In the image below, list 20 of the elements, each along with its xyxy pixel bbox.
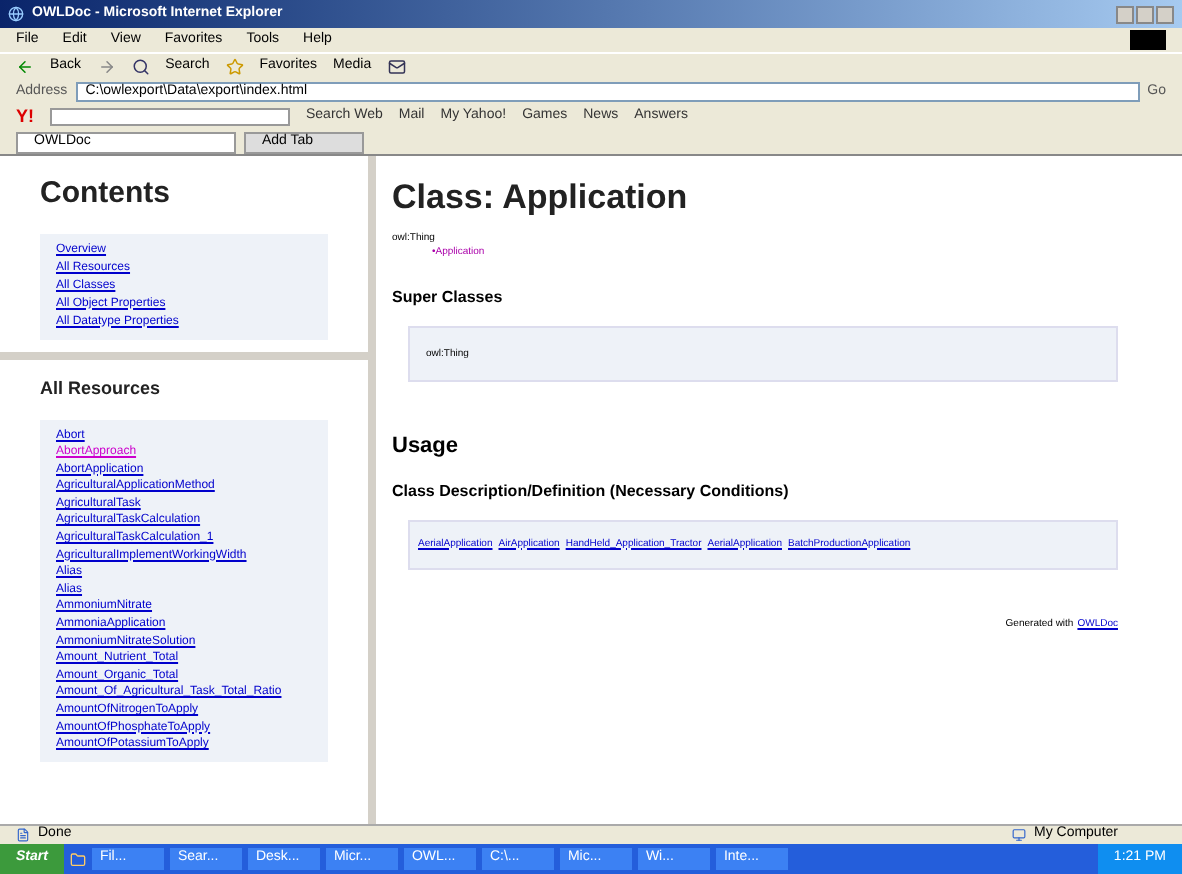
computer-icon bbox=[1011, 828, 1026, 842]
section-heading: Usage bbox=[392, 432, 461, 462]
contents-heading: Contents bbox=[40, 174, 172, 214]
browser-icon bbox=[8, 6, 24, 22]
maximize-button[interactable] bbox=[1136, 5, 1154, 23]
yahoo-logo: Y! bbox=[16, 103, 34, 130]
page-icon bbox=[16, 828, 30, 842]
star-icon[interactable] bbox=[225, 58, 244, 76]
search-field[interactable] bbox=[50, 108, 290, 126]
page-heading: Class: Application bbox=[392, 176, 690, 220]
section-heading: Super Classes bbox=[392, 285, 505, 309]
mail-icon[interactable] bbox=[387, 58, 406, 76]
forward-icon[interactable] bbox=[97, 58, 116, 76]
folder-icon[interactable] bbox=[69, 851, 86, 867]
close-button[interactable] bbox=[1156, 5, 1174, 23]
back-icon[interactable] bbox=[16, 58, 34, 76]
search-icon[interactable] bbox=[131, 58, 150, 76]
minimize-button[interactable] bbox=[1116, 5, 1134, 23]
resources-heading: All Resources bbox=[40, 376, 163, 402]
section-heading: Class Description/Definition (Necessary Conditions) bbox=[392, 479, 791, 503]
